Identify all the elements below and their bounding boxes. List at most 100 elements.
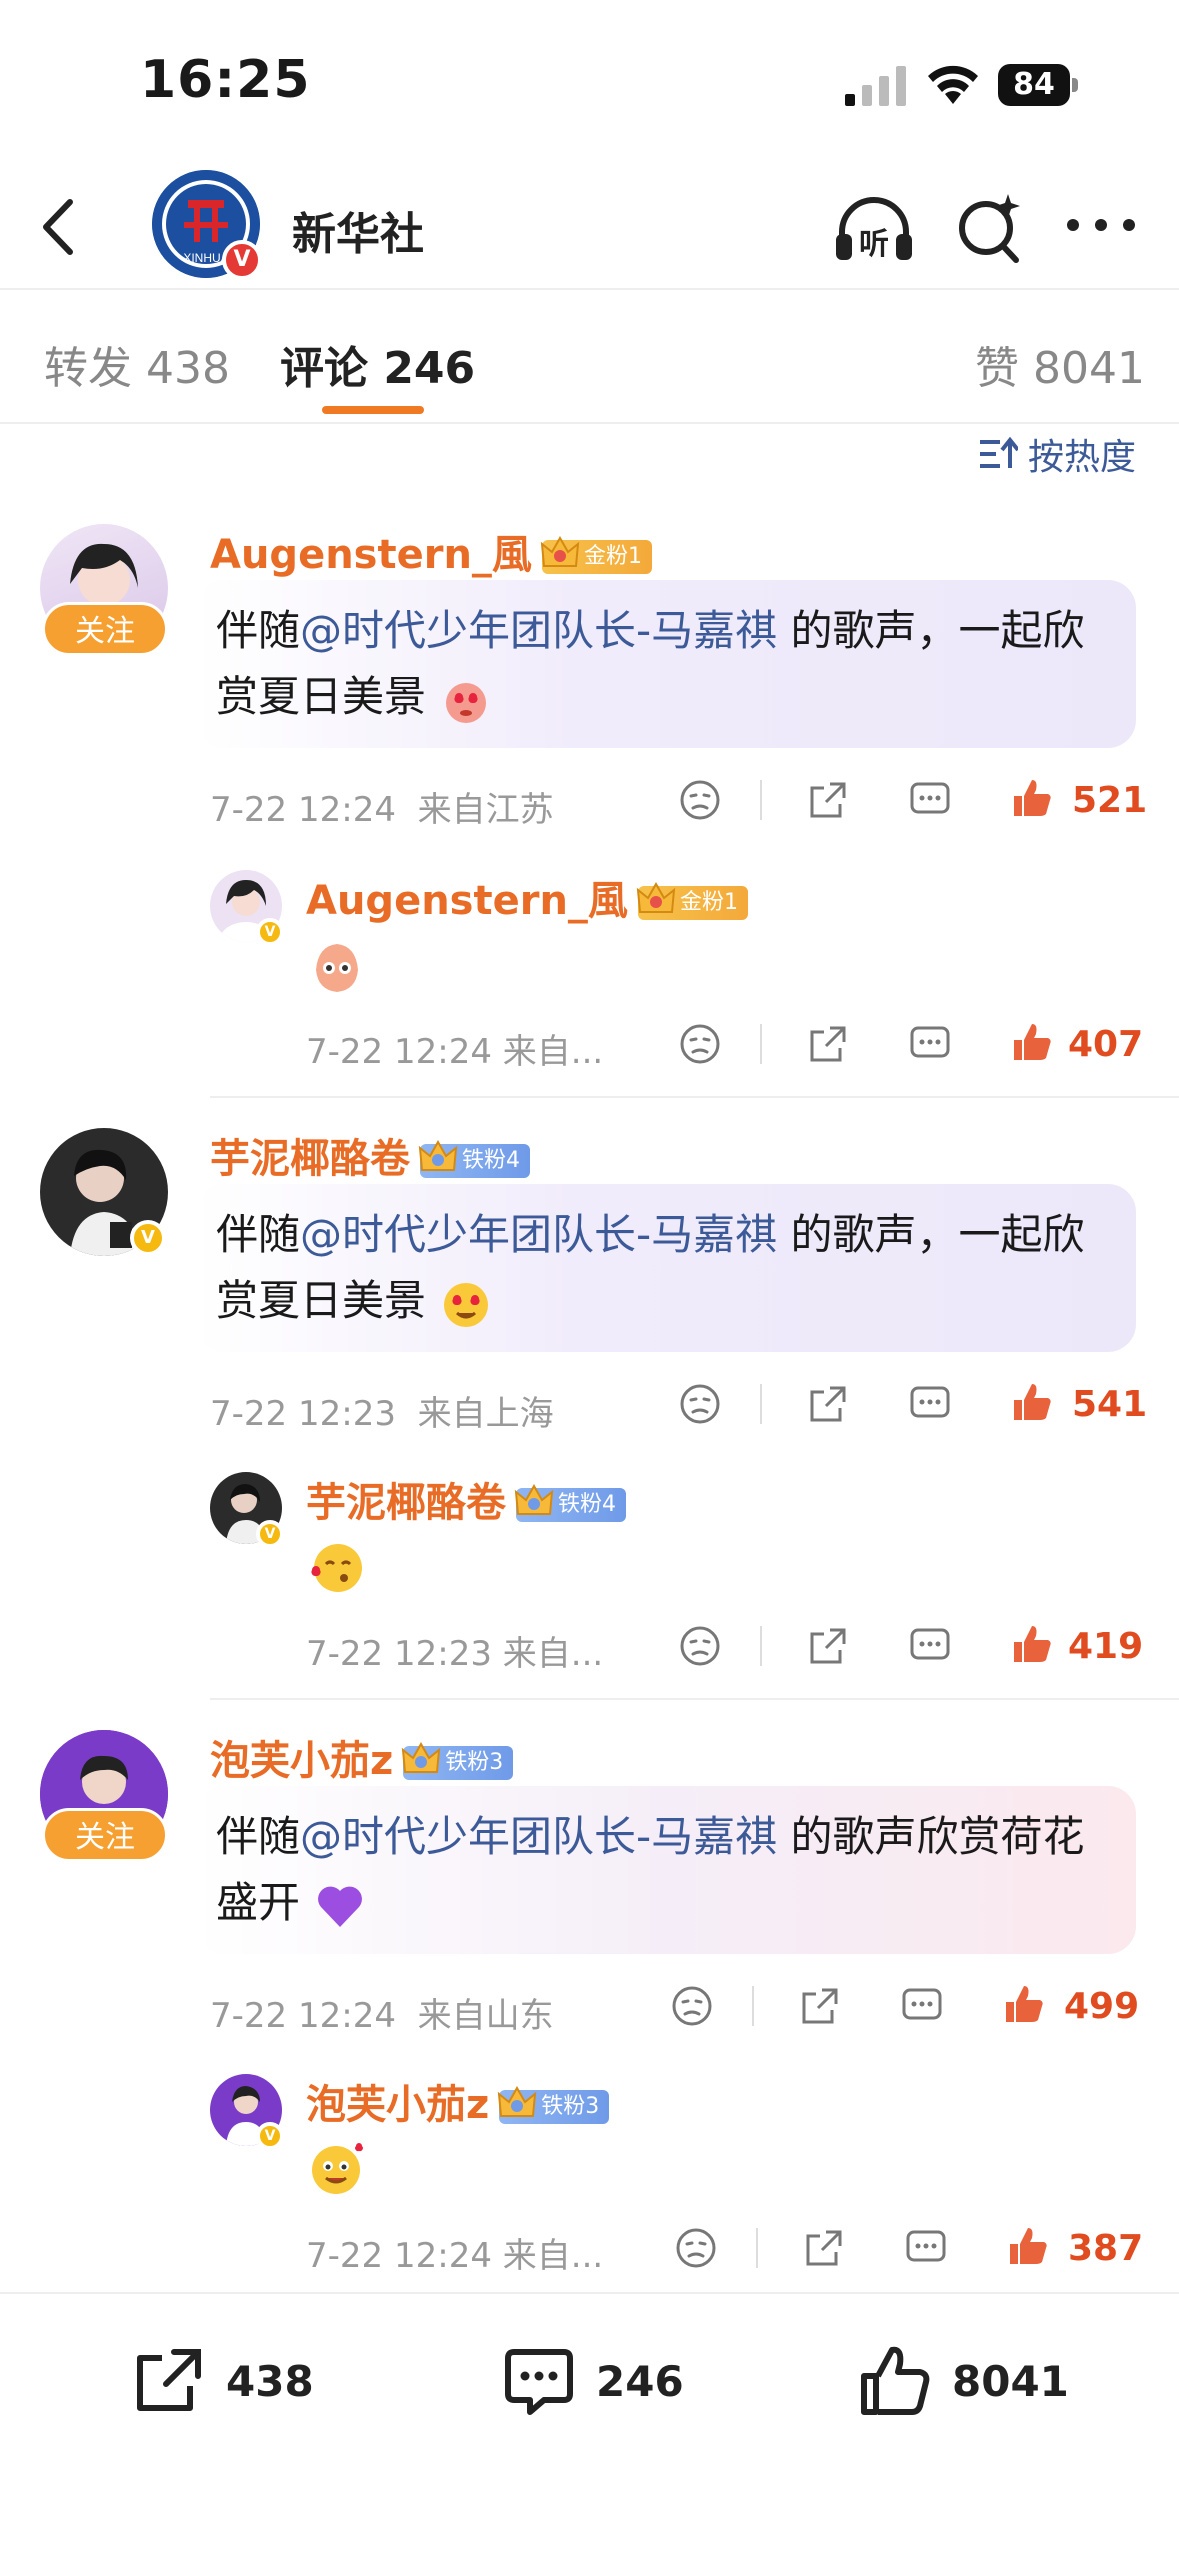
dislike-icon[interactable] xyxy=(674,2226,718,2270)
bottom-action-bar: 438 246 8041 xyxy=(0,2292,1179,2556)
crown-icon xyxy=(540,535,580,567)
reply-icon[interactable] xyxy=(904,2226,948,2270)
happy-emoji-icon xyxy=(312,2143,363,2194)
search-sparkle-icon[interactable] xyxy=(954,190,1024,264)
more-icon[interactable] xyxy=(1064,210,1138,240)
tab-bar: 转发 438 评论 246 赞 8041 xyxy=(0,292,1179,424)
nav-bar: XINHUA V 新华社 听 xyxy=(0,160,1179,290)
like-icon[interactable] xyxy=(1010,1380,1054,1424)
comment-button[interactable]: 246 xyxy=(500,2336,684,2426)
tab-active-indicator xyxy=(322,406,424,414)
comment-author[interactable]: 芋泥椰酪卷 铁粉4 xyxy=(210,1126,530,1184)
like-icon[interactable] xyxy=(1002,1982,1046,2026)
comment-icon xyxy=(505,2349,573,2415)
fan-badge: 铁粉4 xyxy=(514,1483,626,1522)
blowing-kiss-emoji-icon xyxy=(311,1544,362,1592)
reply-author[interactable]: 芋泥椰酪卷 铁粉4 xyxy=(306,1470,626,1528)
wifi-icon xyxy=(928,65,978,104)
reply-icon[interactable] xyxy=(908,778,952,822)
reply-icon[interactable] xyxy=(908,1022,952,1066)
crown-icon xyxy=(418,1139,458,1171)
crown-icon xyxy=(402,1741,441,1773)
peach-emoji-icon xyxy=(316,944,358,992)
tab-likes[interactable]: 赞 8041 xyxy=(975,332,1145,396)
comment-meta: 7-22 12:23 来自上海 xyxy=(210,1394,554,1434)
reply-meta: 7-22 12:24 来自... xyxy=(306,2236,604,2276)
share-icon[interactable] xyxy=(806,778,850,822)
verified-badge-icon: V xyxy=(130,1220,166,1256)
crown-icon xyxy=(636,881,676,913)
follow-button[interactable]: 关注 xyxy=(42,1808,168,1862)
status-bar: 16:25 84 xyxy=(0,0,1179,150)
dislike-icon[interactable] xyxy=(678,1624,722,1668)
dislike-icon[interactable] xyxy=(678,778,722,822)
like-icon[interactable] xyxy=(1010,776,1054,820)
repost-button[interactable]: 438 xyxy=(130,2336,314,2426)
like-count: 499 xyxy=(1064,1986,1140,2027)
tab-comments[interactable]: 评论 246 xyxy=(280,332,475,396)
reply-author[interactable]: Augenstern_風 金粉1 xyxy=(306,868,748,926)
like-count: 541 xyxy=(1072,1384,1148,1425)
divider xyxy=(210,1096,1179,1098)
comment-meta: 7-22 12:24 来自江苏 xyxy=(210,790,554,830)
heart-eyes-emoji-icon xyxy=(444,1282,489,1327)
verified-badge-icon: V xyxy=(256,918,284,946)
follow-button[interactable]: 关注 xyxy=(42,602,168,656)
status-time: 16:25 xyxy=(140,50,311,110)
sort-button[interactable]: 按热度 xyxy=(978,424,1136,484)
heart-eyes-emoji-icon xyxy=(446,682,487,723)
back-icon[interactable] xyxy=(30,192,90,262)
like-button[interactable]: 8041 xyxy=(856,2336,1069,2426)
fan-badge: 铁粉3 xyxy=(498,2085,610,2124)
reply-icon[interactable] xyxy=(908,1624,952,1668)
like-icon[interactable] xyxy=(1010,1622,1054,1666)
dislike-icon[interactable] xyxy=(678,1382,722,1426)
divider xyxy=(210,1698,1179,1700)
verified-badge-icon: V xyxy=(256,2122,284,2150)
comment-text: 伴随@时代少年团队长-马嘉祺 的歌声，一起欣赏夏日美景 xyxy=(196,580,1136,748)
share-icon[interactable] xyxy=(806,1382,850,1426)
mention-link[interactable]: @时代少年团队长-马嘉祺 xyxy=(300,1812,777,1861)
share-icon[interactable] xyxy=(806,1022,850,1066)
like-icon[interactable] xyxy=(1010,1020,1054,1064)
like-count-total: 8041 xyxy=(952,2356,1069,2406)
share-icon[interactable] xyxy=(802,2226,846,2270)
sort-label: 按热度 xyxy=(1028,437,1137,478)
repost-icon xyxy=(137,2349,201,2411)
comment-author[interactable]: Augenstern_風 金粉1 xyxy=(210,522,652,580)
like-count: 419 xyxy=(1068,1626,1144,1667)
dislike-icon[interactable] xyxy=(670,1984,714,2028)
listen-headphones-icon[interactable]: 听 xyxy=(832,194,916,264)
repost-count: 438 xyxy=(226,2356,314,2406)
reply-icon[interactable] xyxy=(908,1382,952,1426)
thumbs-up-icon xyxy=(861,2346,930,2415)
share-icon[interactable] xyxy=(806,1624,850,1668)
like-count: 407 xyxy=(1068,1024,1144,1065)
fan-badge: 铁粉4 xyxy=(418,1139,530,1178)
cellular-signal-icon xyxy=(845,66,906,106)
crown-icon xyxy=(498,2085,537,2117)
verified-badge-icon: V xyxy=(222,240,262,280)
mention-link[interactable]: @时代少年团队长-马嘉祺 xyxy=(300,1210,777,1259)
purple-heart-emoji-icon xyxy=(318,1886,363,1927)
like-count: 387 xyxy=(1068,2228,1144,2269)
reply-icon[interactable] xyxy=(900,1984,944,2028)
comment-author[interactable]: 泡芙小茄z 铁粉3 xyxy=(210,1728,514,1786)
reply-meta: 7-22 12:23 来自... xyxy=(306,1634,604,1674)
tab-repost[interactable]: 转发 438 xyxy=(44,332,230,396)
share-icon[interactable] xyxy=(798,1984,842,2028)
comment-count: 246 xyxy=(596,2356,684,2406)
comment-text: 伴随@时代少年团队长-马嘉祺 的歌声，一起欣赏夏日美景 xyxy=(196,1184,1136,1352)
fan-badge: 金粉1 xyxy=(540,535,652,574)
mention-link[interactable]: @时代少年团队长-马嘉祺 xyxy=(300,606,777,655)
comment-text: 伴随@时代少年团队长-马嘉祺 的歌声欣赏荷花盛开 xyxy=(196,1786,1136,1954)
like-icon[interactable] xyxy=(1006,2224,1050,2268)
reply-author[interactable]: 泡芙小茄z 铁粉3 xyxy=(306,2072,610,2130)
listen-label: 听 xyxy=(859,227,889,262)
account-name[interactable]: 新华社 xyxy=(292,198,424,262)
fan-badge: 铁粉3 xyxy=(402,1741,514,1780)
sort-icon xyxy=(980,436,1018,468)
verified-badge-icon: V xyxy=(256,1520,284,1548)
battery-level: 84 xyxy=(1013,67,1055,102)
dislike-icon[interactable] xyxy=(678,1022,722,1066)
